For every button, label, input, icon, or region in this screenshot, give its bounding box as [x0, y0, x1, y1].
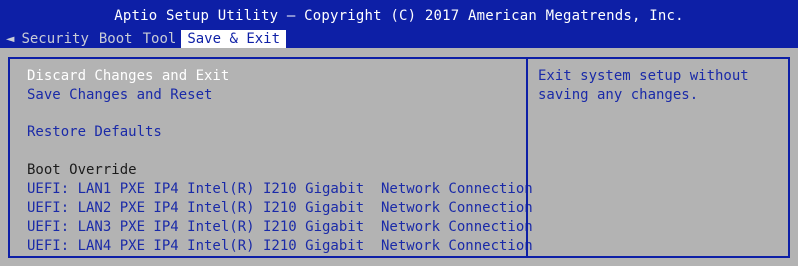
boot-option-lan3[interactable]: UEFI: LAN3 PXE IP4 Intel(R) I210 Gigabit… [27, 218, 533, 236]
left-arrow-icon[interactable]: ◄ [4, 30, 16, 48]
menu-item-save-reset[interactable]: Save Changes and Reset [27, 86, 212, 104]
menu-item-discard-exit[interactable]: Discard Changes and Exit [27, 67, 229, 85]
tab-security[interactable]: Security [16, 30, 93, 48]
tab-boot[interactable]: Boot [94, 30, 138, 48]
tab-bar: ◄ Security Boot Tool Save & Exit [4, 30, 287, 48]
boot-option-lan4[interactable]: UEFI: LAN4 PXE IP4 Intel(R) I210 Gigabit… [27, 237, 533, 255]
boot-override-heading: Boot Override [27, 162, 137, 178]
tab-tool[interactable]: Tool [138, 30, 182, 48]
menu-item-restore-defaults[interactable]: Restore Defaults [27, 123, 162, 141]
menu-pane: Discard Changes and Exit Save Changes an… [8, 57, 533, 258]
help-text: Exit system setup without saving any cha… [538, 68, 749, 103]
main-panel: Discard Changes and Exit Save Changes an… [0, 48, 798, 266]
help-pane: Exit system setup without saving any cha… [526, 57, 790, 258]
utility-title: Aptio Setup Utility – Copyright (C) 2017… [114, 8, 684, 24]
tab-save-exit[interactable]: Save & Exit [181, 30, 287, 48]
boot-option-lan2[interactable]: UEFI: LAN2 PXE IP4 Intel(R) I210 Gigabit… [27, 199, 533, 217]
bios-screen: Aptio Setup Utility – Copyright (C) 2017… [0, 0, 798, 266]
boot-option-lan1[interactable]: UEFI: LAN1 PXE IP4 Intel(R) I210 Gigabit… [27, 180, 533, 198]
